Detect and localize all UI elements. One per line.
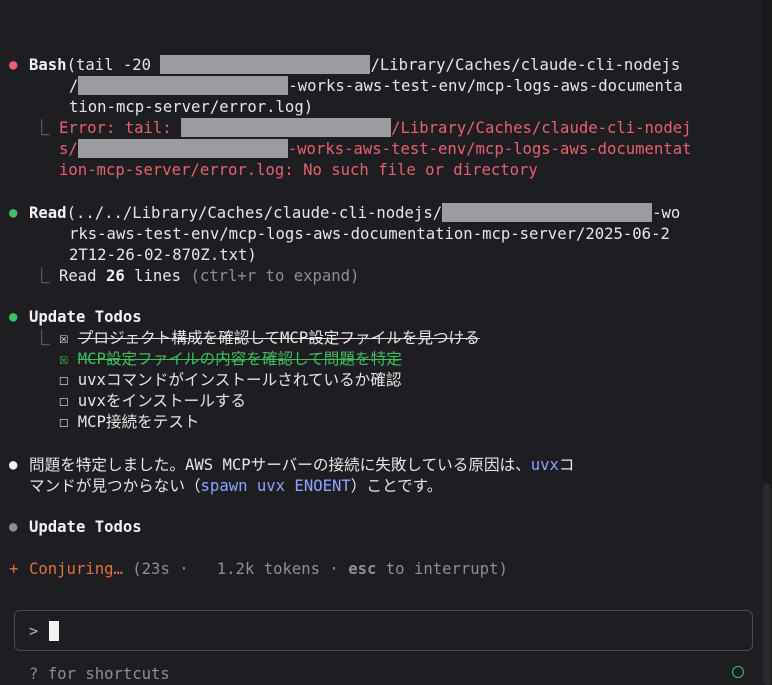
bash-command-line-3: tion-mcp-server/error.log) — [69, 98, 314, 116]
tree-branch-icon: ⎿ — [34, 267, 50, 285]
bash-error-line-2: s/-works-aws-test-env/mcp-logs-aws-docum… — [59, 139, 692, 158]
todo-item: ☒ プロジェクト構成を確認してMCP設定ファイルを見つける — [59, 329, 480, 347]
status-label: Conjuring… — [29, 560, 123, 578]
checked-box-icon: ☒ — [59, 350, 69, 368]
tree-branch-icon: ⎿ — [34, 119, 50, 137]
status-line: Conjuring… (23s · 1.2k tokens · esc to i… — [29, 560, 508, 578]
prompt-chevron-icon: > — [29, 622, 39, 640]
esc-key: esc — [348, 560, 377, 578]
bash-status-dot-icon: ● — [9, 57, 18, 73]
read-command-line-3: 2T12-26-02-870Z.txt) — [69, 246, 257, 264]
assistant-message-line-2: マンドが見つからない（spawn uvx ENOENT）ことです。 — [29, 477, 443, 495]
bash-command-line-1: Bash(tail -20 /Library/Caches/claude-cli… — [29, 55, 681, 74]
bash-tool-name: Bash — [29, 56, 67, 74]
checked-box-icon: ☒ — [59, 329, 69, 347]
bash-command-line-2: / -works-aws-test-env/mcp-logs-aws-docume… — [69, 76, 683, 95]
unchecked-box-icon: ☐ — [59, 371, 69, 389]
pending-dot-icon: ● — [9, 519, 18, 535]
todo-item: ☒ MCP設定ファイルの内容を確認して問題を特定 — [59, 350, 402, 368]
read-tool-name: Read — [29, 204, 67, 222]
prompt-input[interactable]: > — [14, 610, 753, 651]
connection-status-icon — [732, 666, 744, 678]
read-command-line-1: Read(../../Library/Caches/claude-cli-nod… — [29, 203, 681, 222]
text-cursor — [49, 621, 59, 641]
bash-error-line-3: ion-mcp-server/error.log: No such file o… — [59, 161, 538, 179]
scrollbar-track[interactable] — [762, 0, 772, 685]
expand-hint: (ctrl+r to expand) — [190, 267, 360, 285]
redacted-path — [77, 139, 288, 158]
todo-item: ☐ MCP接続をテスト — [59, 413, 200, 431]
terminal-output: ● Bash(tail -20 /Library/Caches/claude-c… — [0, 0, 762, 685]
shortcuts-hint[interactable]: ? for shortcuts — [29, 664, 170, 685]
tree-branch-icon: ⎿ — [34, 329, 50, 347]
todo-item: ☐ uvxコマンドがインストールされているか確認 — [59, 371, 402, 389]
scrollbar-thumb[interactable] — [763, 483, 771, 685]
spinner-icon: + — [9, 560, 19, 578]
todos-tool-name: Update Todos — [29, 308, 142, 326]
inline-code: spawn uvx ENOENT — [200, 477, 351, 495]
todo-item: ☐ uvxをインストールする — [59, 392, 246, 410]
message-dot-icon: ● — [9, 457, 18, 473]
redacted-path — [160, 55, 371, 74]
read-command-line-2: rks-aws-test-env/mcp-logs-aws-documentat… — [69, 225, 670, 243]
redacted-path — [442, 203, 653, 222]
read-result[interactable]: Read 26 lines (ctrl+r to expand) — [59, 266, 359, 287]
assistant-message-line-1: 問題を特定しました。AWS MCPサーバーの接続に失敗している原因は、uvxコ — [29, 456, 575, 474]
unchecked-box-icon: ☐ — [59, 392, 69, 410]
read-status-dot-icon: ● — [9, 205, 18, 221]
bash-error-line-1: Error: tail: /Library/Caches/claude-cli-… — [59, 118, 692, 137]
todos2-tool-name: Update Todos — [29, 518, 142, 536]
todos-status-dot-icon: ● — [9, 309, 18, 325]
inline-code: uvx — [530, 456, 559, 474]
unchecked-box-icon: ☐ — [59, 413, 69, 431]
redacted-path — [181, 118, 392, 137]
redacted-path — [78, 76, 289, 95]
